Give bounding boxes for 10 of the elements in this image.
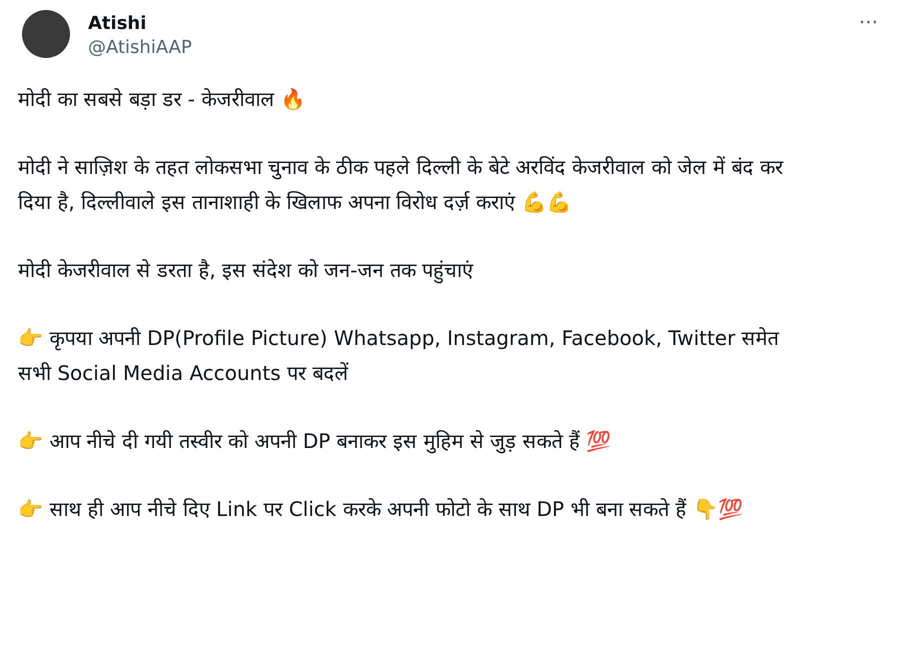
more-options-button[interactable]: ··· <box>854 10 882 34</box>
tweet-paragraph: 👉 कृपया अपनी DP(Profile Picture) Whatsapp, Instagram, Facebook, Twitter समेत सभी Social Media Accounts पर बदलें <box>18 325 780 387</box>
tweet-paragraph: 👉 आप नीचे दी गयी तस्वीर को अपनी DP बनाकर इस मुहिम से जुड़ सकते हैं 💯 <box>18 428 612 456</box>
author-handle[interactable]: @AtishiAAP <box>88 36 192 60</box>
tweet-paragraph: मोदी केजरीवाल से डरता है, इस संदेश को जन-जन तक पहुंचाएं <box>18 257 474 286</box>
tweet-paragraph: 👉 साथ ही आप नीचे दिए Link पर Click करके अपनी फोटो के साथ DP भी बना सकते हैं 👇💯 <box>18 496 744 523</box>
avatar-photo-placeholder[interactable] <box>22 10 70 58</box>
author-name[interactable]: Atishi <box>88 12 192 36</box>
tweet-paragraph: मोदी ने साज़िश के तहत लोकसभा चुनाव के ठीक पहले दिल्ली के बेटे अरविंद केजरीवाल को जेल में बंद कर दिया है, दिल्लीवाले इस तानाशाही के खिलाफ अपना विरोध दर्ज़ कराएं 💪💪 <box>18 154 784 216</box>
tweet-paragraph: मोदी का सबसे बड़ा डर - केजरीवाल 🔥 <box>18 86 307 113</box>
